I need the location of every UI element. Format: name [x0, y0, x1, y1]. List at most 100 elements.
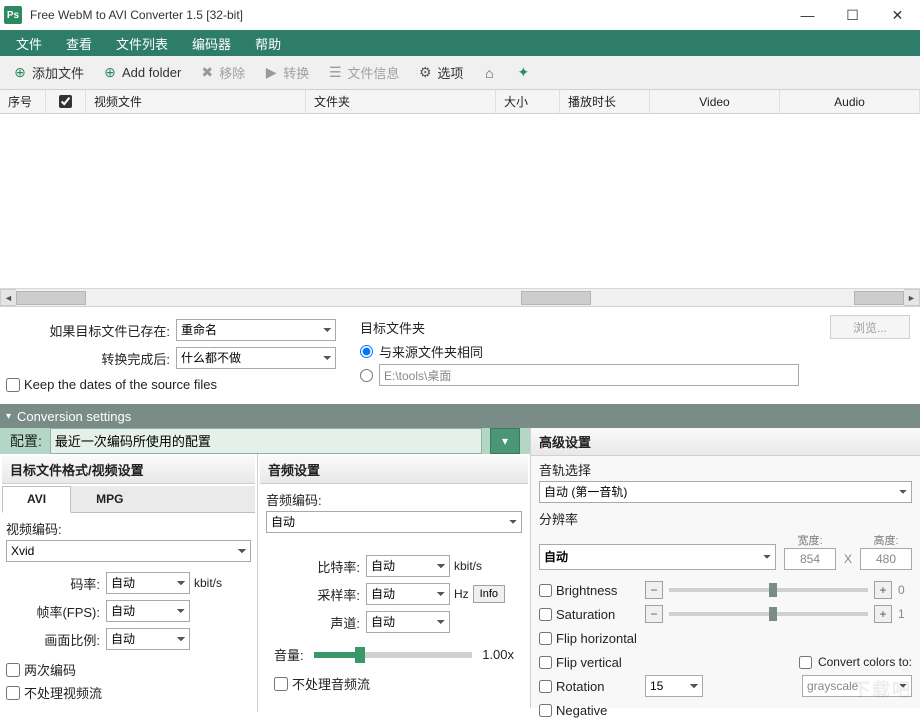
col-video-file[interactable]: 视频文件	[86, 90, 306, 113]
config-select[interactable]: 最近一次编码所使用的配置	[50, 428, 482, 454]
sample-label: 采样率:	[266, 585, 366, 604]
tab-mpg[interactable]: MPG	[71, 486, 148, 512]
select-all-checkbox[interactable]	[59, 95, 72, 108]
col-size[interactable]: 大小	[496, 90, 560, 113]
brightness-minus[interactable]: −	[645, 581, 663, 599]
channel-select[interactable]: 自动	[366, 611, 450, 633]
aspect-select[interactable]: 自动	[106, 628, 190, 650]
audio-codec-select[interactable]: 自动	[266, 511, 522, 533]
track-select[interactable]: 自动 (第一音轨)	[539, 481, 912, 503]
conversion-settings-header[interactable]: ▾ Conversion settings	[0, 404, 920, 428]
saturation-checkbox[interactable]	[539, 608, 552, 621]
channel-label: 声道:	[266, 613, 366, 632]
saturation-slider[interactable]	[669, 612, 868, 616]
convert-colors-select[interactable]: grayscale	[802, 675, 912, 697]
scroll-thumb-right[interactable]	[854, 291, 904, 305]
brightness-plus[interactable]: +	[874, 581, 892, 599]
col-folder[interactable]: 文件夹	[306, 90, 496, 113]
if-exists-select[interactable]: 重命名	[176, 319, 336, 341]
keep-dates-checkbox[interactable]	[6, 378, 20, 392]
brightness-checkbox[interactable]	[539, 584, 552, 597]
remove-button[interactable]: ✖移除	[191, 59, 253, 86]
info-button[interactable]: Info	[473, 585, 505, 603]
col-audio[interactable]: Audio	[780, 90, 920, 113]
height-input[interactable]	[860, 548, 912, 570]
audio-bitrate-select[interactable]: 自动	[366, 555, 450, 577]
add-file-button[interactable]: ⊕添加文件	[4, 59, 92, 86]
rotation-select[interactable]: 15	[645, 675, 703, 697]
tab-avi[interactable]: AVI	[2, 486, 71, 513]
col-duration[interactable]: 播放时长	[560, 90, 650, 113]
brightness-thumb[interactable]	[769, 583, 777, 597]
col-no[interactable]: 序号	[0, 90, 46, 113]
maximize-button[interactable]: ☐	[830, 0, 875, 30]
file-info-label: 文件信息	[347, 63, 399, 82]
width-label: 宽度:	[797, 532, 822, 548]
resolution-select[interactable]: 自动	[539, 544, 776, 570]
convert-button[interactable]: ▶转换	[255, 59, 317, 86]
title-bar: Ps Free WebM to AVI Converter 1.5 [32-bi…	[0, 0, 920, 30]
bitrate-select[interactable]: 自动	[106, 572, 190, 594]
volume-slider[interactable]	[314, 652, 473, 658]
saturation-minus[interactable]: −	[645, 605, 663, 623]
browse-button[interactable]: 浏览...	[830, 315, 910, 339]
after-convert-label: 转换完成后:	[6, 349, 176, 368]
menu-bar: 文件 查看 文件列表 编码器 帮助	[0, 30, 920, 56]
no-audio-checkbox[interactable]	[274, 677, 288, 691]
flip-h-checkbox[interactable]	[539, 632, 552, 645]
add-folder-button[interactable]: ⊕Add folder	[94, 61, 189, 85]
aspect-label: 画面比例:	[6, 630, 106, 649]
scroll-left-arrow[interactable]: ◄	[0, 289, 17, 306]
same-source-radio[interactable]	[360, 345, 373, 358]
menu-encoder[interactable]: 编码器	[180, 30, 243, 57]
close-button[interactable]: ✕	[875, 0, 920, 30]
scroll-thumb-mid[interactable]	[521, 291, 591, 305]
volume-thumb[interactable]	[355, 647, 365, 663]
minimize-button[interactable]: —	[785, 0, 830, 30]
file-info-button[interactable]: ☰文件信息	[319, 59, 407, 86]
flip-v-checkbox[interactable]	[539, 656, 552, 669]
fps-select[interactable]: 自动	[106, 600, 190, 622]
h-scrollbar[interactable]: ◄ ►	[0, 288, 920, 306]
audio-bitrate-label: 比特率:	[266, 557, 366, 576]
video-codec-select[interactable]: Xvid	[6, 540, 251, 562]
collapse-icon: ▾	[6, 411, 11, 422]
options-button[interactable]: ⚙选项	[409, 59, 471, 86]
track-label: 音轨选择	[531, 456, 920, 479]
negative-checkbox[interactable]	[539, 704, 552, 717]
filelist-body[interactable]	[0, 114, 920, 288]
brightness-slider[interactable]	[669, 588, 868, 592]
scroll-thumb-left[interactable]	[16, 291, 86, 305]
custom-path-radio[interactable]	[360, 369, 373, 382]
custom-path-input[interactable]	[379, 364, 799, 386]
flip-v-label: Flip vertical	[556, 655, 622, 670]
scroll-track[interactable]	[16, 289, 904, 306]
two-pass-checkbox[interactable]	[6, 663, 20, 677]
col-video[interactable]: Video	[650, 90, 780, 113]
menu-filelist[interactable]: 文件列表	[104, 30, 180, 57]
home-button[interactable]: ⌂	[473, 61, 505, 85]
saturation-thumb[interactable]	[769, 607, 777, 621]
convert-colors-checkbox[interactable]	[799, 656, 812, 669]
scroll-right-arrow[interactable]: ►	[903, 289, 920, 306]
col-check[interactable]	[46, 90, 86, 113]
menu-view[interactable]: 查看	[54, 30, 104, 57]
menu-help[interactable]: 帮助	[243, 30, 293, 57]
bitrate-unit: kbit/s	[190, 576, 222, 590]
width-input[interactable]	[784, 548, 836, 570]
config-dropdown-button[interactable]: ▾	[490, 428, 520, 454]
sample-select[interactable]: 自动	[366, 583, 450, 605]
remove-label: 移除	[219, 63, 245, 82]
no-video-checkbox[interactable]	[6, 686, 20, 700]
config-row: 配置: 最近一次编码所使用的配置 ▾	[0, 428, 530, 454]
gear-icon: ⚙	[417, 65, 433, 81]
keep-dates-label: Keep the dates of the source files	[24, 377, 217, 392]
window-title: Free WebM to AVI Converter 1.5 [32-bit]	[30, 8, 785, 22]
pin-button[interactable]: ✦	[507, 61, 539, 85]
after-convert-select[interactable]: 什么都不做	[176, 347, 336, 369]
menu-file[interactable]: 文件	[4, 30, 54, 57]
middle-left: 如果目标文件已存在: 重命名 转换完成后: 什么都不做 Keep the dat…	[0, 307, 350, 404]
rotation-checkbox[interactable]	[539, 680, 552, 693]
filelist-header: 序号 视频文件 文件夹 大小 播放时长 Video Audio	[0, 90, 920, 114]
saturation-plus[interactable]: +	[874, 605, 892, 623]
